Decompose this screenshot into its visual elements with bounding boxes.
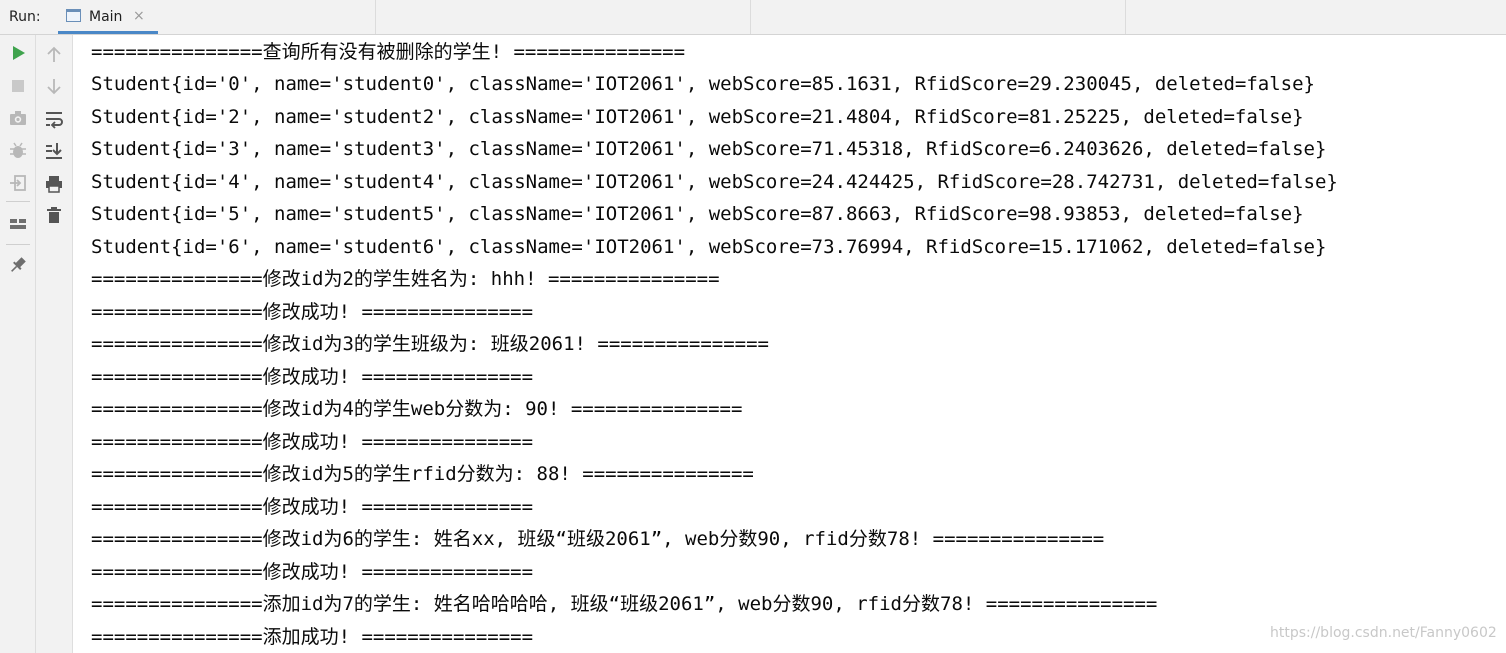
header-divider	[750, 0, 751, 34]
console-line: ===============修改成功! ===============	[91, 496, 534, 518]
arrow-down-icon[interactable]	[44, 76, 64, 96]
camera-icon[interactable]	[8, 108, 28, 128]
tab-active-indicator	[58, 31, 158, 34]
console-line: ===============修改id为6的学生: 姓名xx, 班级“班级206…	[91, 528, 1105, 550]
debug-icon[interactable]	[8, 141, 28, 161]
console-line: ===============添加id为7的学生: 姓名哈哈哈哈, 班级“班级2…	[91, 593, 1158, 615]
console-line: ===============添加成功! ===============	[91, 626, 534, 648]
header-divider	[375, 0, 376, 34]
console-line: ===============修改成功! ===============	[91, 366, 534, 388]
arrow-up-icon[interactable]	[44, 45, 64, 65]
run-actions-toolbar	[0, 35, 36, 653]
console-line: Student{id='5', name='student5', classNa…	[91, 203, 1304, 225]
console-line: Student{id='3', name='student3', classNa…	[91, 138, 1327, 160]
console-actions-toolbar	[36, 35, 73, 653]
console-line: Student{id='6', name='student6', classNa…	[91, 236, 1327, 258]
console-line: ===============修改id为5的学生rfid分数为: 88! ===…	[91, 463, 754, 485]
console-line: Student{id='4', name='student4', classNa…	[91, 171, 1338, 193]
watermark: https://blog.csdn.net/Fanny0602	[1270, 625, 1497, 641]
scroll-to-end-icon[interactable]	[44, 141, 64, 161]
run-icon[interactable]	[8, 43, 28, 63]
header-divider	[1125, 0, 1126, 34]
console-window-icon	[66, 9, 81, 22]
run-label: Run:	[9, 9, 41, 25]
exit-icon[interactable]	[8, 173, 28, 193]
soft-wrap-icon[interactable]	[44, 109, 64, 129]
console-line: ===============修改成功! ===============	[91, 301, 534, 323]
toolbar-separator	[6, 201, 30, 202]
console-line: ===============修改成功! ===============	[91, 561, 534, 583]
print-icon[interactable]	[44, 174, 64, 194]
close-icon[interactable]: ×	[133, 8, 145, 24]
console-output[interactable]: ===============查询所有没有被删除的学生! ===========…	[73, 35, 1506, 653]
console-line: ===============查询所有没有被删除的学生! ===========…	[91, 41, 686, 63]
tab-main-label: Main	[89, 9, 123, 25]
console-line: Student{id='0', name='student0', classNa…	[91, 73, 1315, 95]
run-tool-window-header: Run: Main ×	[0, 0, 1506, 35]
console-line: ===============修改成功! ===============	[91, 431, 534, 453]
trash-icon[interactable]	[44, 205, 64, 225]
console-line: Student{id='2', name='student2', classNa…	[91, 106, 1304, 128]
stop-icon[interactable]	[8, 76, 28, 96]
layout-icon[interactable]	[8, 214, 28, 234]
console-line: ===============修改id为3的学生班级为: 班级2061! ===…	[91, 333, 769, 355]
console-line: ===============修改id为4的学生web分数为: 90! ====…	[91, 398, 743, 420]
tab-main[interactable]: Main ×	[58, 0, 158, 34]
console-line: ===============修改id为2的学生姓名为: hhh! ======…	[91, 268, 720, 290]
pin-icon[interactable]	[8, 255, 28, 275]
toolbar-separator	[6, 244, 30, 245]
